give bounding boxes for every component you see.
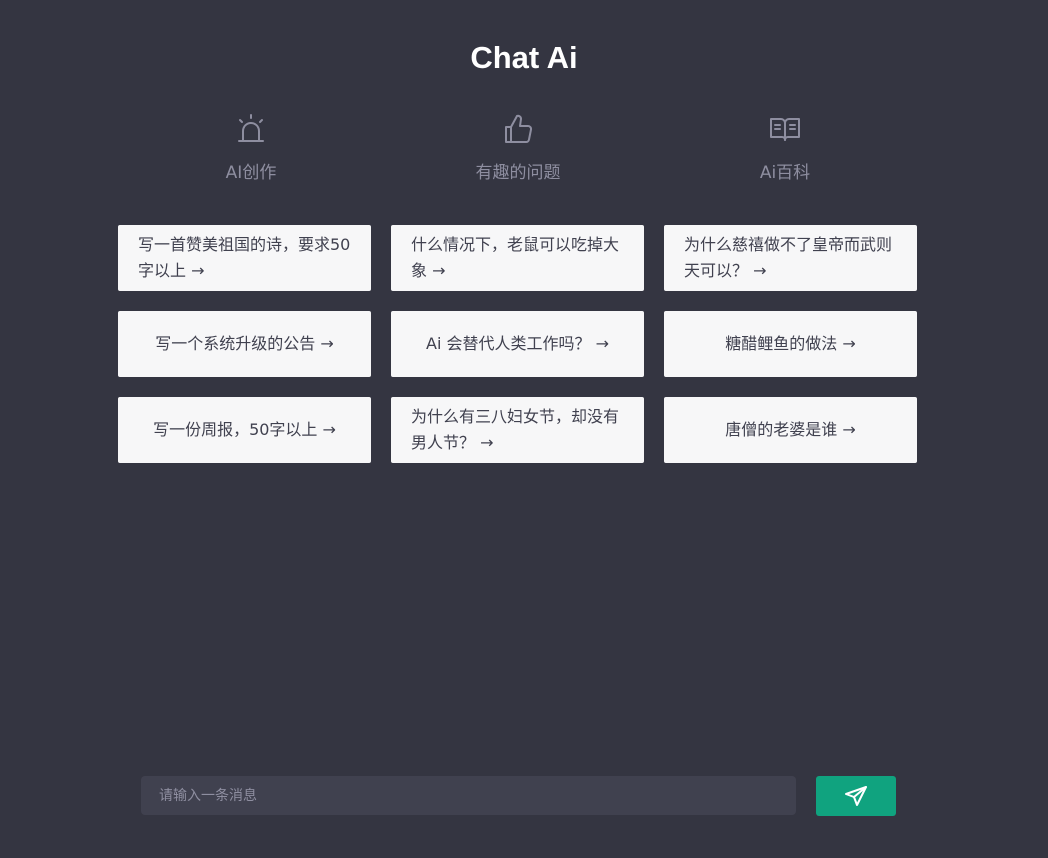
thumbs-up-icon xyxy=(502,112,534,146)
prompt-card[interactable]: 写一个系统升级的公告 → xyxy=(118,311,371,377)
category-row: AI创作 有趣的问题 Ai百科 xyxy=(118,112,918,184)
category-ai-wiki: Ai百科 xyxy=(652,112,918,184)
message-input[interactable] xyxy=(157,786,780,805)
prompt-card[interactable]: 为什么有三八妇女节，却没有男人节？ → xyxy=(391,397,644,463)
prompt-text: 糖醋鲤鱼的做法 → xyxy=(725,334,856,353)
prompt-card[interactable]: 为什么慈禧做不了皇帝而武则天可以？ → xyxy=(664,225,917,291)
category-label: Ai百科 xyxy=(759,163,811,183)
prompt-grid: 写一首赞美祖国的诗，要求50字以上 → 什么情况下，老鼠可以吃掉大象 → 为什么… xyxy=(118,225,918,463)
category-label: AI创作 xyxy=(225,163,277,183)
prompt-text: 唐僧的老婆是谁 → xyxy=(725,420,856,439)
prompt-card[interactable]: Ai 会替代人类工作吗？ → xyxy=(391,311,644,377)
category-ai-creation: AI创作 xyxy=(118,112,384,184)
send-button[interactable] xyxy=(816,776,896,816)
book-open-icon xyxy=(769,112,801,146)
category-fun-questions: 有趣的问题 xyxy=(385,112,651,184)
prompt-text: 写一份周报，50字以上 → xyxy=(153,420,336,439)
prompt-text: Ai 会替代人类工作吗？ → xyxy=(426,334,609,353)
prompt-text: 为什么有三八妇女节，却没有男人节？ → xyxy=(411,407,620,452)
prompt-card[interactable]: 糖醋鲤鱼的做法 → xyxy=(664,311,917,377)
alarm-icon xyxy=(235,112,267,146)
message-composer xyxy=(141,776,796,815)
prompt-text: 写一个系统升级的公告 → xyxy=(155,334,334,353)
prompt-text: 为什么慈禧做不了皇帝而武则天可以？ → xyxy=(684,235,893,280)
prompt-text: 写一首赞美祖国的诗，要求50字以上 → xyxy=(138,235,351,280)
prompt-card[interactable]: 什么情况下，老鼠可以吃掉大象 → xyxy=(391,225,644,291)
prompt-card[interactable]: 写一首赞美祖国的诗，要求50字以上 → xyxy=(118,225,371,291)
prompt-card[interactable]: 写一份周报，50字以上 → xyxy=(118,397,371,463)
category-label: 有趣的问题 xyxy=(475,163,561,183)
page-title: Chat Ai xyxy=(470,40,578,75)
prompt-text: 什么情况下，老鼠可以吃掉大象 → xyxy=(411,235,620,280)
prompt-card[interactable]: 唐僧的老婆是谁 → xyxy=(664,397,917,463)
send-icon xyxy=(844,785,868,807)
